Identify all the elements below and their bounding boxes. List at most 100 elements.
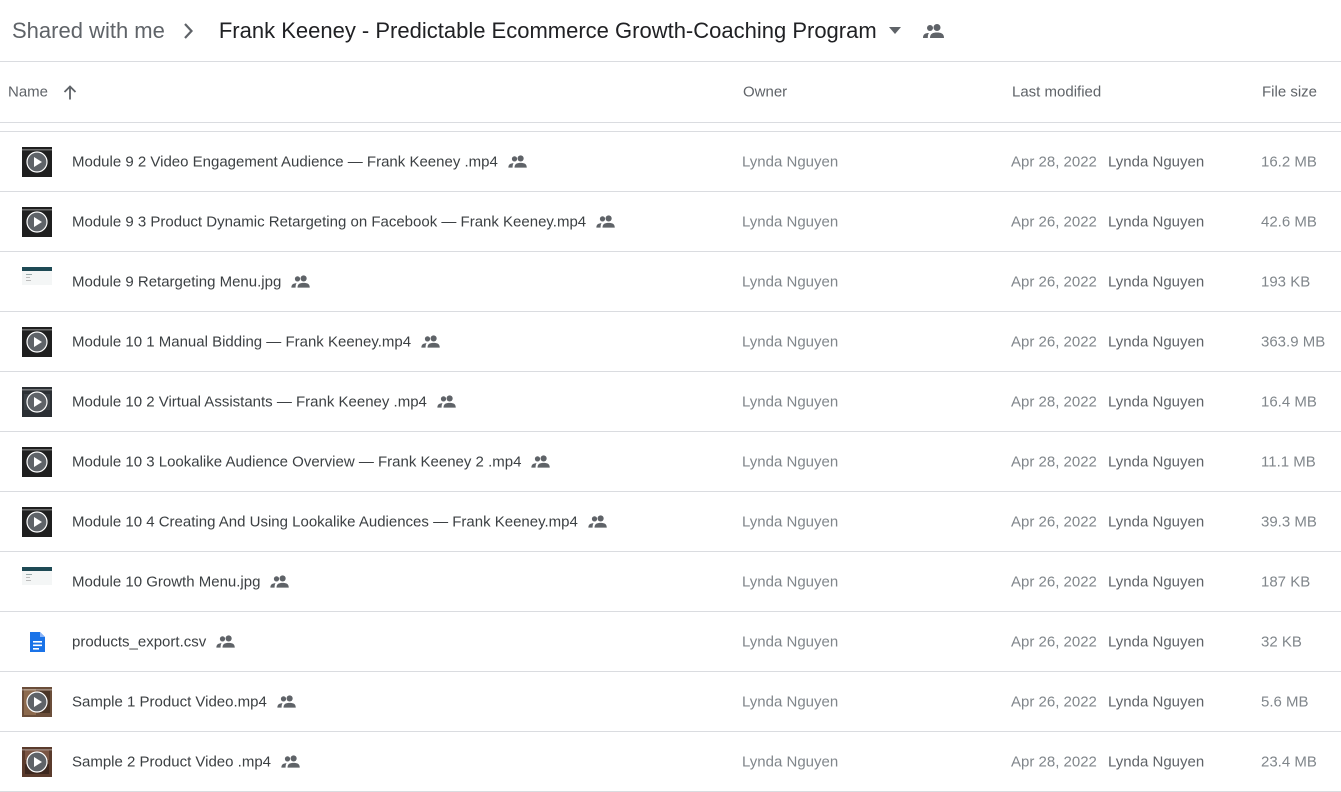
file-owner: Lynda Nguyen bbox=[742, 573, 839, 590]
shared-people-icon bbox=[281, 755, 301, 769]
file-row[interactable]: Sample 1 Product Video.mp4 Lynda Nguyen Ap… bbox=[0, 672, 1341, 732]
arrow-up-icon[interactable] bbox=[62, 84, 78, 100]
file-modified-by: Lynda Nguyen bbox=[1108, 153, 1205, 170]
file-row[interactable]: Sample 2 Product Video .mp4 Lynda Nguyen A… bbox=[0, 732, 1341, 792]
caret-down-icon[interactable] bbox=[888, 26, 901, 35]
file-owner: Lynda Nguyen bbox=[742, 153, 839, 170]
file-size: 5.6 MB bbox=[1261, 693, 1309, 710]
file-row[interactable]: products_export.csv Lynda Nguyen Apr 26, 2… bbox=[0, 612, 1341, 672]
file-row[interactable]: Module 9 Retargeting Menu.jpg Lynda Nguye… bbox=[0, 252, 1341, 312]
column-header-name-label: Name bbox=[8, 83, 49, 101]
file-owner: Lynda Nguyen bbox=[742, 453, 839, 470]
file-owner: Lynda Nguyen bbox=[742, 753, 839, 770]
file-name-cell: Module 10 Growth Menu.jpg bbox=[72, 573, 290, 590]
file-owner: Lynda Nguyen bbox=[742, 633, 839, 650]
file-name-cell: Sample 2 Product Video .mp4 bbox=[72, 753, 301, 770]
document-icon bbox=[22, 627, 52, 657]
file-size: 11.1 MB bbox=[1261, 453, 1316, 470]
shared-people-icon bbox=[596, 215, 616, 229]
file-row[interactable]: Module 9 2 Video Engagement Audience — F… bbox=[0, 132, 1341, 192]
file-name-cell: Module 10 2 Virtual Assistants — Frank K… bbox=[72, 393, 457, 410]
shared-people-icon bbox=[508, 155, 528, 169]
shared-people-icon bbox=[216, 635, 236, 649]
file-name-cell: Sample 1 Product Video.mp4 bbox=[72, 693, 297, 710]
shared-people-icon bbox=[531, 455, 551, 469]
breadcrumb-shared-with-me[interactable]: Shared with me bbox=[12, 18, 165, 44]
shared-people-icon bbox=[421, 335, 441, 349]
people-icon[interactable] bbox=[922, 23, 945, 39]
file-modified-by: Lynda Nguyen bbox=[1108, 453, 1205, 470]
file-owner: Lynda Nguyen bbox=[742, 273, 839, 290]
image-thumbnail-icon bbox=[22, 567, 52, 597]
file-modified-date: Apr 28, 2022 bbox=[1011, 453, 1097, 470]
file-name: Module 10 4 Creating And Using Lookalike… bbox=[72, 513, 578, 530]
file-name: products_export.csv bbox=[72, 633, 207, 650]
video-thumbnail-icon bbox=[22, 507, 52, 537]
file-modified-by: Lynda Nguyen bbox=[1108, 333, 1205, 350]
file-row[interactable]: Module 10 4 Creating And Using Lookalike… bbox=[0, 492, 1341, 552]
file-name-cell: Module 9 3 Product Dynamic Retargeting o… bbox=[72, 213, 616, 230]
file-size: 16.4 MB bbox=[1261, 393, 1317, 410]
file-owner: Lynda Nguyen bbox=[742, 513, 839, 530]
file-modified-by: Lynda Nguyen bbox=[1108, 753, 1205, 770]
column-header-name[interactable]: Name bbox=[8, 84, 78, 101]
breadcrumb-current-folder[interactable]: Frank Keeney - Predictable Ecommerce Gro… bbox=[219, 18, 877, 44]
shared-people-icon bbox=[588, 515, 608, 529]
shared-people-icon bbox=[270, 575, 290, 589]
file-size: 42.6 MB bbox=[1261, 213, 1317, 230]
file-row[interactable]: Module 10 3 Lookalike Audience Overview … bbox=[0, 432, 1341, 492]
file-row[interactable]: Module 10 2 Virtual Assistants — Frank K… bbox=[0, 372, 1341, 432]
file-name-cell: Module 10 3 Lookalike Audience Overview … bbox=[72, 453, 551, 470]
file-modified-date: Apr 26, 2022 bbox=[1011, 273, 1097, 290]
file-modified-by: Lynda Nguyen bbox=[1108, 573, 1205, 590]
file-size: 363.9 MB bbox=[1261, 333, 1326, 350]
file-name: Sample 2 Product Video .mp4 bbox=[72, 753, 272, 770]
file-modified-date: Apr 28, 2022 bbox=[1011, 393, 1097, 410]
file-owner: Lynda Nguyen bbox=[742, 213, 839, 230]
chevron-right-icon bbox=[183, 22, 193, 39]
file-name: Module 9 Retargeting Menu.jpg bbox=[72, 273, 282, 290]
file-row[interactable]: Module 10 Growth Menu.jpg Lynda Nguyen Apr… bbox=[0, 552, 1341, 612]
file-modified-by: Lynda Nguyen bbox=[1108, 513, 1205, 530]
file-name: Module 10 3 Lookalike Audience Overview … bbox=[72, 453, 522, 470]
file-name-cell: Module 9 2 Video Engagement Audience — F… bbox=[72, 153, 528, 170]
file-name: Module 10 Growth Menu.jpg bbox=[72, 573, 261, 590]
video-thumbnail-icon bbox=[22, 387, 52, 417]
file-name: Module 10 1 Manual Bidding — Frank Keene… bbox=[72, 333, 412, 350]
video-thumbnail-icon bbox=[22, 447, 52, 477]
file-modified-by: Lynda Nguyen bbox=[1108, 273, 1205, 290]
file-size: 23.4 MB bbox=[1261, 753, 1317, 770]
video-thumbnail-icon bbox=[22, 687, 52, 717]
file-size: 187 KB bbox=[1261, 573, 1311, 590]
file-row[interactable]: Module 10 1 Manual Bidding — Frank Keene… bbox=[0, 312, 1341, 372]
image-thumbnail-icon bbox=[22, 267, 52, 297]
file-name: Sample 1 Product Video.mp4 bbox=[72, 693, 267, 710]
file-modified-date: Apr 28, 2022 bbox=[1011, 153, 1097, 170]
file-modified-by: Lynda Nguyen bbox=[1108, 213, 1205, 230]
shared-people-icon bbox=[437, 395, 457, 409]
file-owner: Lynda Nguyen bbox=[742, 693, 839, 710]
file-size: 32 KB bbox=[1261, 633, 1302, 650]
file-row[interactable]: Module 9 3 Product Dynamic Retargeting o… bbox=[0, 192, 1341, 252]
column-header-file-size[interactable]: File size bbox=[1262, 84, 1317, 101]
file-name: Module 10 2 Virtual Assistants — Frank K… bbox=[72, 393, 427, 410]
file-owner: Lynda Nguyen bbox=[742, 393, 839, 410]
file-list: Module 9 2 Video Engagement Audience — F… bbox=[0, 131, 1341, 792]
column-header-row: Name Owner Last modified File size bbox=[0, 62, 1341, 123]
file-size: 193 KB bbox=[1261, 273, 1311, 290]
file-modified-date: Apr 26, 2022 bbox=[1011, 633, 1097, 650]
file-modified-date: Apr 28, 2022 bbox=[1011, 753, 1097, 770]
video-thumbnail-icon bbox=[22, 327, 52, 357]
file-name-cell: Module 10 1 Manual Bidding — Frank Keene… bbox=[72, 333, 441, 350]
file-name: Module 9 2 Video Engagement Audience — F… bbox=[72, 153, 498, 170]
file-modified-date: Apr 26, 2022 bbox=[1011, 693, 1097, 710]
file-modified-date: Apr 26, 2022 bbox=[1011, 213, 1097, 230]
file-modified-date: Apr 26, 2022 bbox=[1011, 513, 1097, 530]
file-name: Module 9 3 Product Dynamic Retargeting o… bbox=[72, 213, 587, 230]
file-modified-date: Apr 26, 2022 bbox=[1011, 573, 1097, 590]
column-header-last-modified[interactable]: Last modified bbox=[1012, 84, 1101, 101]
file-modified-by: Lynda Nguyen bbox=[1108, 393, 1205, 410]
video-thumbnail-icon bbox=[22, 207, 52, 237]
column-header-owner[interactable]: Owner bbox=[743, 84, 787, 101]
video-thumbnail-icon bbox=[22, 147, 52, 177]
